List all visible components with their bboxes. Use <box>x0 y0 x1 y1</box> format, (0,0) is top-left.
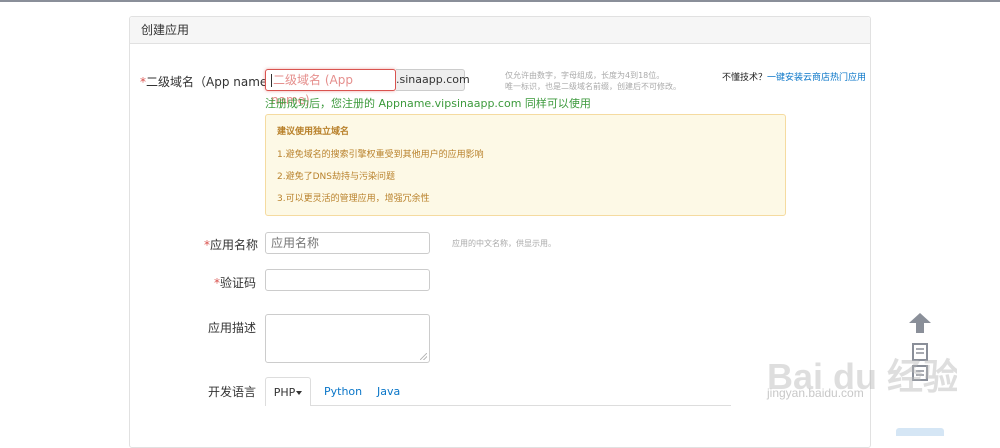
app-name-input[interactable] <box>265 232 430 254</box>
app-name-label: *应用名称 <box>204 238 259 252</box>
panel-title: 创建应用 <box>130 17 870 44</box>
captcha-label: *验证码 <box>214 276 257 290</box>
domain-label: *二级域名（App name) <box>140 75 272 89</box>
success-message: 注册成功后，您注册的 Appname.vipsinaapp.com 同样可以使用 <box>265 97 591 110</box>
tab-php[interactable]: PHP <box>265 377 311 406</box>
arrow-up-icon[interactable] <box>908 312 932 334</box>
tab-java[interactable]: Java <box>377 377 400 406</box>
top-border <box>0 0 1000 2</box>
domain-input[interactable]: 二级域名 (App name) <box>265 69 396 107</box>
advice-item: 2.避免了DNS劫持与污染问题 <box>277 172 395 182</box>
app-name-hint: 应用的中文名称，供显示用。 <box>452 239 556 248</box>
description-label: 应用描述 <box>208 321 257 335</box>
watermark-url: jingyan.baidu.com <box>767 386 864 400</box>
install-apps-link[interactable]: 一键安装云商店热门应用 <box>767 73 866 83</box>
help-text: 不懂技术？一键安装云商店热门应用 <box>721 73 866 83</box>
captcha-input[interactable] <box>265 269 430 291</box>
resize-handle[interactable] <box>420 353 427 360</box>
description-textarea[interactable] <box>265 314 430 363</box>
baidu-watermark-logo: Bai du 经验 <box>767 356 957 397</box>
caret-down-icon <box>296 391 303 395</box>
advice-item: 3.可以更灵活的管理应用，增强冗余性 <box>277 194 430 204</box>
advice-title: 建议使用独立域名 <box>277 127 350 137</box>
language-label: 开发语言 <box>208 385 257 399</box>
corner-button[interactable] <box>896 428 944 436</box>
domain-suffix: .sinaapp.com <box>396 69 470 91</box>
domain-hint-2: 唯一标识，也是二级域名前缀，创建后不可修改。 <box>505 82 681 91</box>
advice-item: 1.避免域名的搜索引擎权重受到其他用户的应用影响 <box>277 150 484 160</box>
tab-divider <box>311 405 731 406</box>
tab-python[interactable]: Python <box>324 377 362 406</box>
advice-box: 建议使用独立域名 1.避免域名的搜索引擎权重受到其他用户的应用影响 2.避免了D… <box>265 114 786 216</box>
